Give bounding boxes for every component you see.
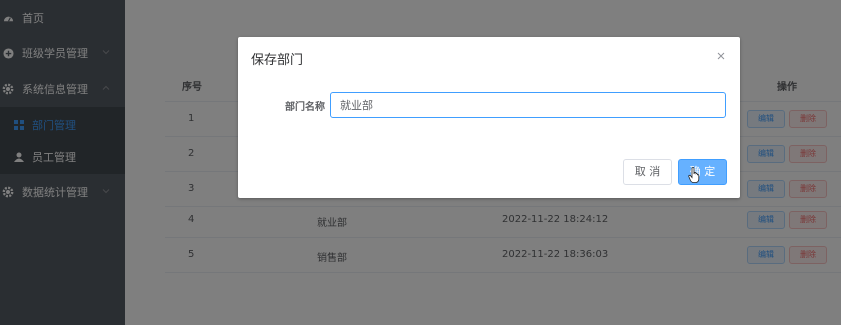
dialog-title: 保存部门 bbox=[251, 53, 304, 68]
close-icon[interactable] bbox=[716, 51, 726, 61]
department-name-label: 部门名称 bbox=[285, 102, 325, 113]
save-department-dialog: 保存部门 部门名称 取 消 确 定 bbox=[238, 37, 740, 198]
cancel-button[interactable]: 取 消 bbox=[623, 159, 672, 185]
hand-cursor-icon bbox=[688, 167, 700, 183]
department-name-input[interactable] bbox=[330, 92, 726, 118]
confirm-button[interactable]: 确 定 bbox=[678, 159, 727, 185]
